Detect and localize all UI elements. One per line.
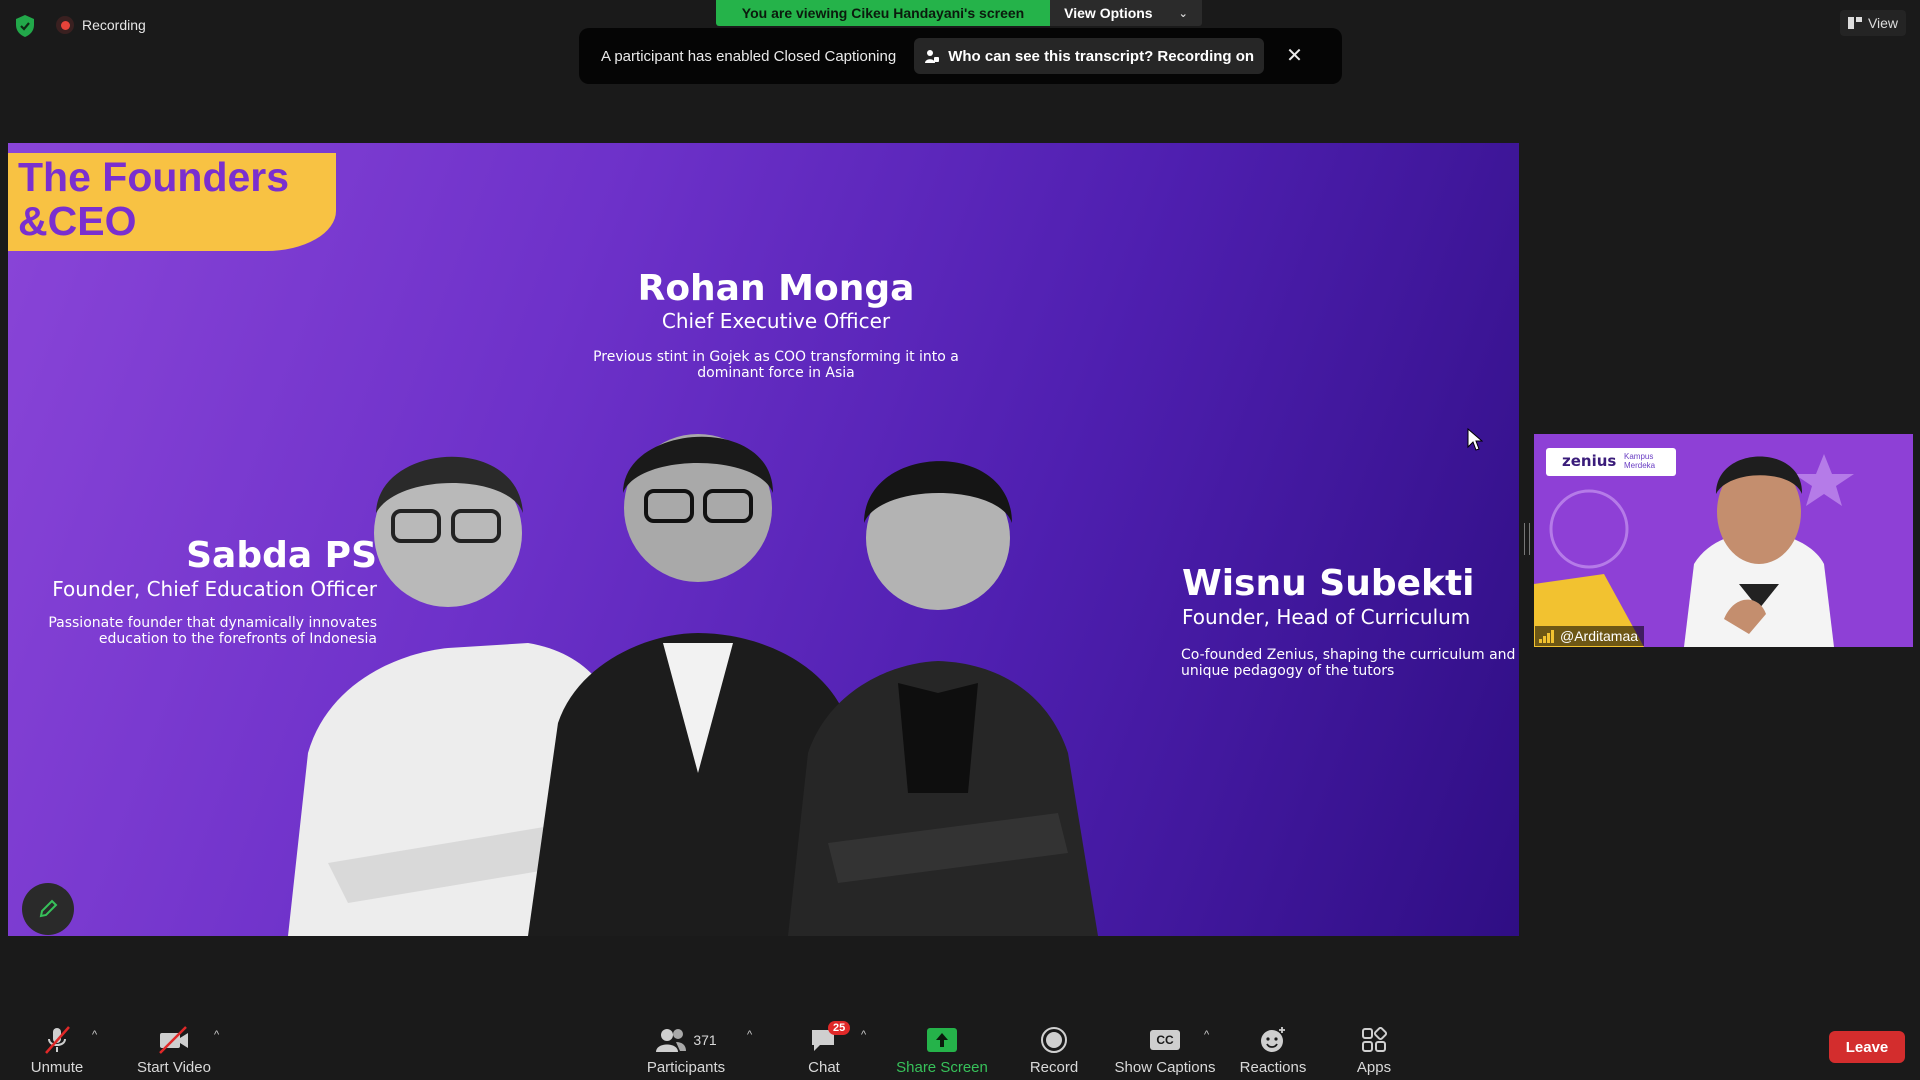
slide-title: The Founders &CEO <box>18 154 290 244</box>
share-screen-button[interactable]: Share Screen <box>892 1020 992 1076</box>
participant-video-thumbnail[interactable]: zenius Kampus Merdeka <box>1534 434 1913 647</box>
founders-photo <box>288 434 1098 936</box>
split-view-resize-handle[interactable] <box>1524 523 1530 555</box>
share-screen-icon <box>927 1025 957 1055</box>
reactions-label: Reactions <box>1239 1059 1307 1076</box>
record-button[interactable]: Record <box>1022 1020 1086 1076</box>
apps-button[interactable]: Apps <box>1346 1020 1402 1076</box>
chat-unread-badge: 25 <box>828 1021 851 1035</box>
participants-button[interactable]: 371 Participants <box>640 1020 732 1076</box>
transcript-visibility-label: Who can see this transcript? Recording o… <box>948 47 1255 65</box>
video-off-icon <box>157 1025 191 1055</box>
record-icon <box>1040 1025 1068 1055</box>
participant-name: @Arditamaa <box>1560 628 1639 644</box>
wisnu-role: Founder, Head of Curriculum <box>1182 605 1471 629</box>
leave-button[interactable]: Leave <box>1829 1031 1905 1063</box>
rohan-role: Chief Executive Officer <box>661 309 891 333</box>
muted-microphone-icon <box>42 1025 72 1055</box>
recording-dot-icon <box>56 16 74 34</box>
transcript-visibility-button[interactable]: Who can see this transcript? Recording o… <box>914 38 1265 74</box>
mouse-cursor-icon <box>1467 428 1483 451</box>
recording-indicator[interactable]: Recording <box>56 14 146 36</box>
view-label: View <box>1867 15 1899 31</box>
rohan-name: Rohan Monga <box>637 268 915 309</box>
recording-label: Recording <box>82 17 146 33</box>
participants-label: Participants <box>646 1059 726 1076</box>
cc-icon-text: CC <box>1150 1030 1180 1050</box>
sabda-role: Founder, Chief Education Officer <box>52 577 377 601</box>
layout-icon <box>1847 17 1862 29</box>
audio-options-caret-icon[interactable]: ^ <box>92 1029 97 1041</box>
record-label: Record <box>1029 1059 1079 1076</box>
chevron-down-icon: ⌄ <box>1178 7 1188 20</box>
signal-strength-icon <box>1539 630 1554 643</box>
participants-icon-group: 371 <box>655 1025 717 1055</box>
reactions-smiley-icon <box>1259 1025 1287 1055</box>
caption-notice-text: A participant has enabled Closed Caption… <box>601 47 897 65</box>
video-options-caret-icon[interactable]: ^ <box>214 1029 219 1041</box>
unmute-label: Unmute <box>30 1059 84 1076</box>
view-options-button[interactable]: View Options ⌄ <box>1050 0 1202 26</box>
participants-icon <box>656 1029 687 1052</box>
start-video-button[interactable]: Start Video <box>130 1020 218 1076</box>
view-layout-button[interactable]: View <box>1840 10 1906 36</box>
unmute-button[interactable]: Unmute <box>22 1020 92 1076</box>
close-icon[interactable]: ✕ <box>1286 46 1303 66</box>
reactions-button[interactable]: Reactions <box>1238 1020 1308 1076</box>
wisnu-name: Wisnu Subekti <box>1182 563 1475 604</box>
apps-label: Apps <box>1356 1059 1392 1076</box>
shared-screen-slide: The Founders &CEO Rohan Monga Chief Exec… <box>8 143 1519 936</box>
pencil-icon <box>39 899 58 918</box>
participant-name-tag: @Arditamaa <box>1535 626 1645 646</box>
kampus-merdeka-logo: Kampus Merdeka <box>1624 452 1656 470</box>
sabda-name: Sabda PS <box>186 535 377 576</box>
closed-captions-icon: CC <box>1150 1025 1180 1055</box>
chat-label: Chat <box>808 1059 840 1076</box>
share-screen-label: Share Screen <box>896 1059 988 1076</box>
chat-button[interactable]: 25 Chat <box>798 1020 851 1076</box>
person-lock-icon <box>925 50 940 63</box>
wisnu-description: Co-founded Zenius, shaping the curriculu… <box>1181 647 1516 679</box>
apps-icon <box>1361 1025 1387 1055</box>
annotate-pencil-button[interactable] <box>22 883 74 935</box>
show-captions-label: Show Captions <box>1114 1059 1216 1076</box>
security-shield-icon[interactable] <box>14 14 36 38</box>
chat-options-caret-icon[interactable]: ^ <box>861 1029 866 1041</box>
viewing-screen-banner: You are viewing Cikeu Handayani's screen <box>716 0 1050 26</box>
participants-count: 371 <box>693 1032 717 1048</box>
closed-caption-notification: A participant has enabled Closed Caption… <box>579 28 1342 84</box>
chat-icon: 25 <box>810 1021 851 1055</box>
start-video-label: Start Video <box>137 1059 211 1076</box>
participants-options-caret-icon[interactable]: ^ <box>747 1029 752 1041</box>
sabda-description: Passionate founder that dynamically inno… <box>48 615 377 647</box>
view-options-label: View Options <box>1064 5 1153 21</box>
rohan-description: Previous stint in Gojek as COO transform… <box>593 349 959 381</box>
captions-options-caret-icon[interactable]: ^ <box>1204 1029 1209 1041</box>
zenius-logo: zenius <box>1562 452 1617 470</box>
